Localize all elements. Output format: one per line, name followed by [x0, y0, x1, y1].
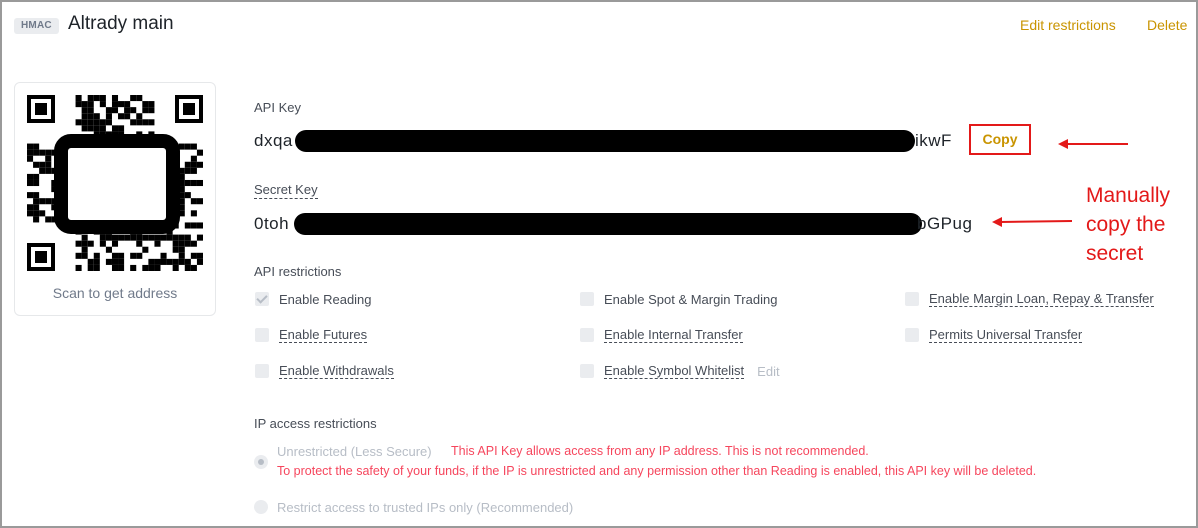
annotation-line: copy the [1086, 213, 1166, 236]
perm-enable-internal-transfer[interactable]: Enable Internal Transfer [580, 326, 743, 344]
arrow-to-copy-icon [1058, 139, 1128, 149]
ip-restrictions-title: IP access restrictions [254, 416, 377, 431]
secret-key-value-start: 0toh [254, 214, 290, 233]
perm-label: Enable Withdrawals [279, 363, 394, 379]
perm-label: Enable Spot & Margin Trading [604, 291, 778, 307]
hmac-badge: HMAC [14, 18, 59, 34]
whitelist-edit-link[interactable]: Edit [757, 364, 779, 379]
checkbox[interactable] [255, 328, 269, 342]
radio-restricted[interactable] [254, 500, 268, 514]
api-restrictions-title: API restrictions [254, 264, 342, 279]
secret-key-value-end: bGPug [917, 214, 973, 233]
copy-button[interactable]: Copy [971, 126, 1029, 153]
edit-restrictions-link[interactable]: Edit restrictions [1020, 17, 1116, 33]
perm-label: Enable Futures [279, 327, 368, 343]
api-key-value-start: dxqa [254, 131, 293, 150]
unrestricted-warning-detail: To protect the safety of your funds, if … [277, 464, 1037, 478]
secret-key-label: Secret Key [254, 182, 318, 199]
delete-link[interactable]: Delete [1147, 17, 1187, 33]
annotation-line: secret [1086, 242, 1144, 265]
checkbox[interactable] [255, 364, 269, 378]
annotation-text: Manually copy the secret [1086, 181, 1196, 268]
checkbox[interactable] [905, 292, 919, 306]
checkbox[interactable] [580, 364, 594, 378]
unrestricted-label: Unrestricted (Less Secure) [277, 444, 432, 459]
unrestricted-warning: This API Key allows access from any IP a… [451, 444, 869, 458]
perm-label: Enable Internal Transfer [604, 327, 743, 343]
qr-code-icon [27, 95, 203, 271]
arrow-to-secret-icon [992, 217, 1073, 227]
secret-key-redaction [294, 213, 922, 235]
api-key-name: Altrady main [68, 13, 174, 34]
perm-label: Enable Symbol Whitelist [604, 363, 745, 379]
perm-universal-transfer[interactable]: Permits Universal Transfer [905, 326, 1083, 344]
annotation-line: Manually [1086, 184, 1171, 207]
checkbox[interactable] [255, 292, 269, 306]
perm-label: Enable Margin Loan, Repay & Transfer [929, 291, 1154, 307]
checkbox[interactable] [580, 292, 594, 306]
checkbox[interactable] [580, 328, 594, 342]
api-key-label: API Key [254, 100, 301, 115]
perm-enable-margin-loan[interactable]: Enable Margin Loan, Repay & Transfer [905, 290, 1154, 308]
perm-enable-reading[interactable]: Enable Reading [255, 290, 372, 308]
restricted-label: Restrict access to trusted IPs only (Rec… [277, 500, 574, 515]
perm-enable-withdrawals[interactable]: Enable Withdrawals [255, 362, 394, 380]
perm-label: Permits Universal Transfer [929, 327, 1083, 343]
radio-unrestricted[interactable] [254, 455, 268, 469]
perm-label: Enable Reading [279, 291, 372, 307]
api-key-redaction [295, 130, 915, 152]
qr-caption: Scan to get address [52, 285, 178, 301]
checkbox[interactable] [905, 328, 919, 342]
perm-enable-futures[interactable]: Enable Futures [255, 326, 368, 344]
api-key-value-end: ikwF [915, 131, 952, 150]
copy-highlight-box: Copy [969, 124, 1031, 155]
perm-enable-spot-margin[interactable]: Enable Spot & Margin Trading [580, 290, 777, 308]
perm-enable-symbol-whitelist[interactable]: Enable Symbol Whitelist Edit [580, 362, 780, 380]
qr-card: Scan to get address [14, 82, 216, 316]
